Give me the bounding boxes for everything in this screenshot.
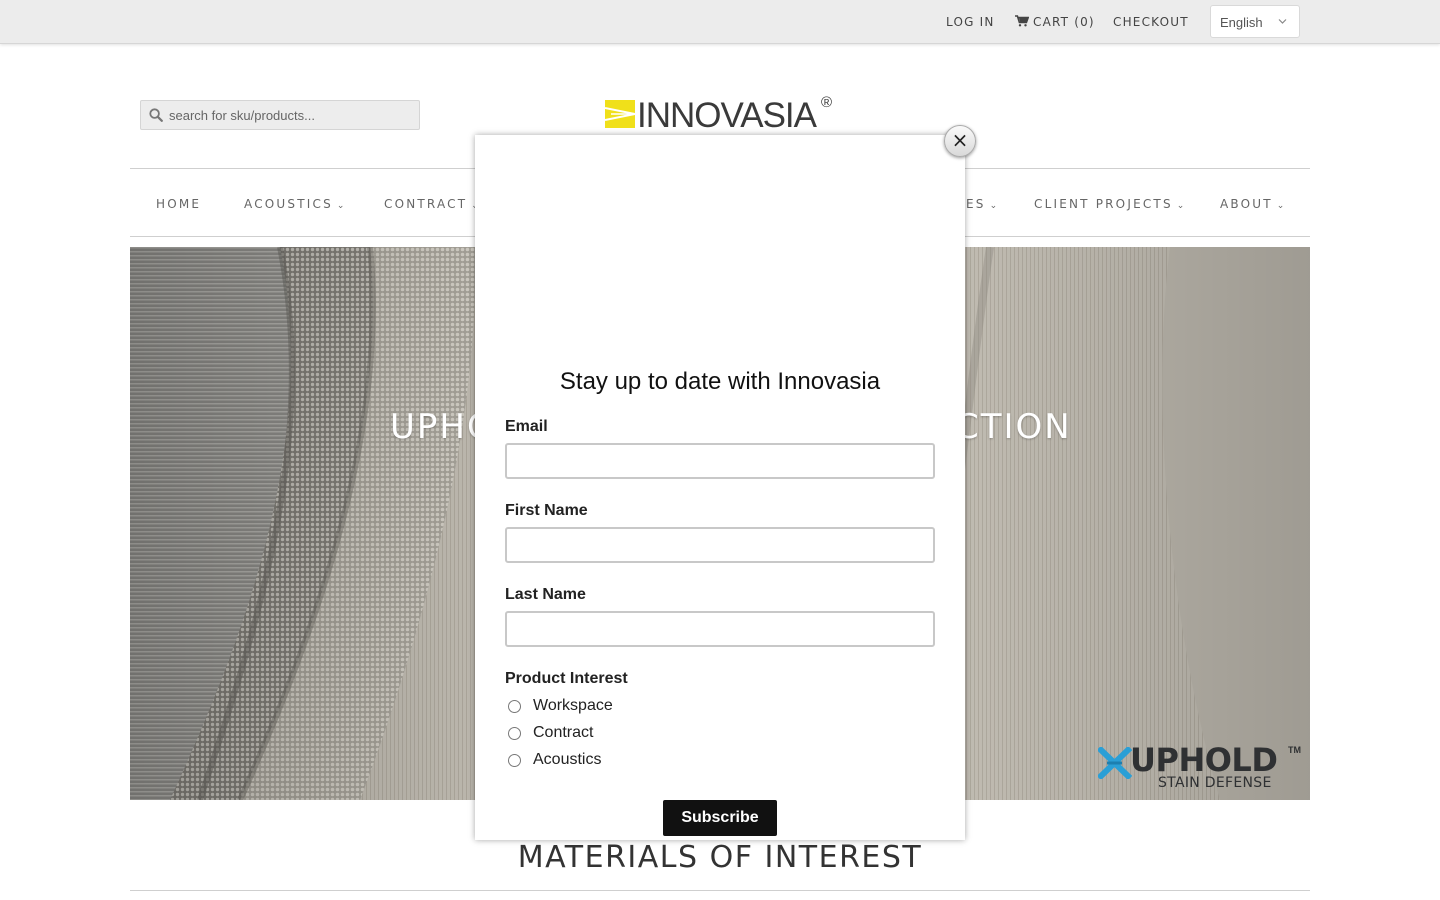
- email-field[interactable]: [505, 443, 935, 479]
- radio-label: Workspace: [533, 697, 613, 714]
- radio-label: Acoustics: [533, 751, 602, 768]
- login-link[interactable]: LOG IN: [946, 15, 995, 29]
- radio-button[interactable]: [508, 700, 521, 713]
- top-utility-bar: LOG IN CART (0) CHECKOUT English: [0, 0, 1440, 44]
- hero-title-right: CTION: [955, 407, 1072, 447]
- uphold-badge: UPHOLD TM STAIN DEFENSE: [1098, 741, 1301, 793]
- search-input[interactable]: [169, 101, 414, 129]
- cart-label: CART (0): [1033, 15, 1095, 29]
- close-modal-button[interactable]: ×: [944, 125, 976, 157]
- nav-label: CLIENT PROJECTS: [1034, 197, 1173, 211]
- modal-heading: Stay up to date with Innovasia: [559, 368, 881, 395]
- nav-item-partial[interactable]: ES ⌄: [966, 197, 997, 211]
- nav-label: ABOUT: [1220, 197, 1273, 211]
- last-name-label: Last Name: [505, 586, 586, 603]
- chevron-down-icon: [1278, 19, 1287, 24]
- logo-mark-icon: [605, 100, 635, 128]
- language-value: English: [1220, 15, 1263, 30]
- nav-label: ES: [966, 197, 986, 211]
- uphold-mark-icon: [1098, 747, 1132, 779]
- chevron-down-icon: ⌄: [1176, 201, 1185, 211]
- uphold-word: UPHOLD: [1130, 741, 1278, 779]
- nav-label: ACOUSTICS: [244, 197, 333, 211]
- product-interest-label: Product Interest: [505, 670, 628, 687]
- subscribe-button[interactable]: Subscribe: [663, 800, 777, 836]
- language-select[interactable]: English: [1210, 5, 1300, 38]
- search-icon: [149, 108, 163, 122]
- radio-label: Contract: [533, 724, 594, 741]
- logo-wordmark: INNOVASIA: [637, 96, 817, 135]
- section-title: MATERIALS OF INTEREST: [517, 840, 923, 875]
- nav-item-about[interactable]: ABOUT ⌄: [1220, 197, 1284, 211]
- radio-button[interactable]: [508, 754, 521, 767]
- chevron-down-icon: ⌄: [989, 201, 998, 211]
- uphold-tm: TM: [1288, 745, 1301, 755]
- checkout-link[interactable]: CHECKOUT: [1113, 15, 1189, 29]
- chevron-down-icon: ⌄: [336, 201, 345, 211]
- registered-mark: ®: [821, 94, 833, 111]
- first-name-field[interactable]: [505, 527, 935, 563]
- nav-item-acoustics[interactable]: ACOUSTICS ⌄: [244, 197, 344, 211]
- cart-icon: [1015, 15, 1030, 27]
- divider: [130, 890, 1310, 891]
- first-name-label: First Name: [505, 502, 588, 519]
- email-label: Email: [505, 418, 548, 435]
- nav-item-home[interactable]: HOME: [156, 197, 201, 211]
- search-box: [140, 100, 420, 130]
- nav-item-client-projects[interactable]: CLIENT PROJECTS ⌄: [1034, 197, 1184, 211]
- chevron-down-icon: ⌄: [1276, 201, 1285, 211]
- nav-label: HOME: [156, 197, 202, 211]
- cart-link[interactable]: CART (0): [1015, 15, 1095, 29]
- uphold-subtitle: STAIN DEFENSE: [1158, 775, 1272, 791]
- nav-label: CONTRACT: [384, 197, 468, 211]
- radio-button[interactable]: [508, 727, 521, 740]
- newsletter-modal: Stay up to date with Innovasia Email Fir…: [475, 135, 965, 840]
- last-name-field[interactable]: [505, 611, 935, 647]
- nav-item-contract[interactable]: CONTRACT⌄: [384, 197, 479, 211]
